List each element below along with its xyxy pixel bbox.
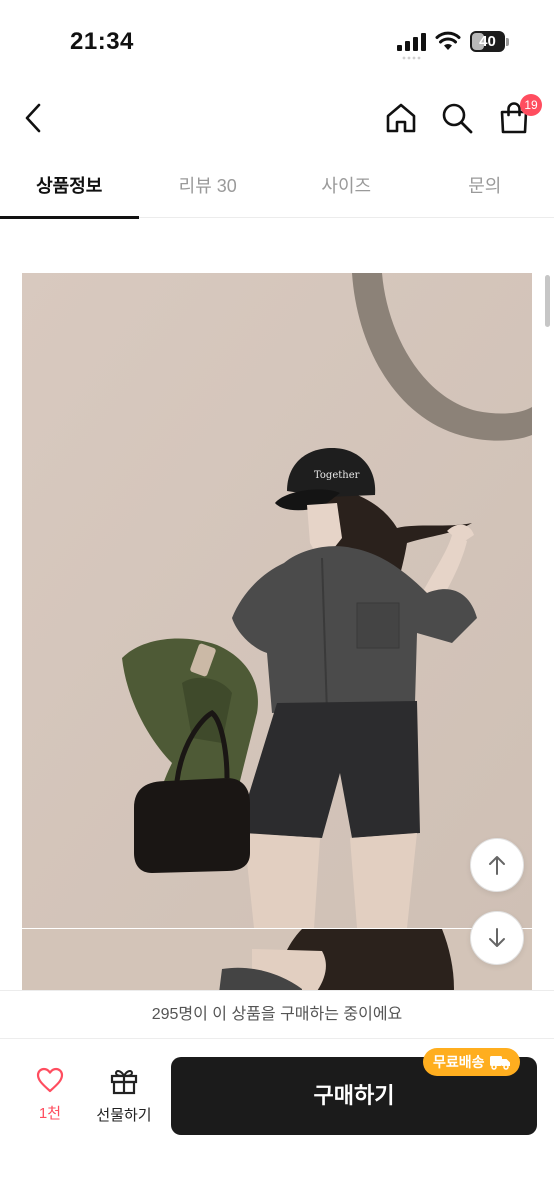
tab-inquiry[interactable]: 문의 bbox=[416, 158, 554, 218]
home-button[interactable] bbox=[381, 98, 421, 138]
battery-level: 40 bbox=[479, 33, 496, 50]
wifi-icon bbox=[435, 31, 461, 50]
status-dots bbox=[402, 56, 421, 60]
back-button[interactable] bbox=[14, 98, 54, 138]
free-shipping-label: 무료배송 bbox=[433, 1054, 485, 1070]
purchase-activity-banner: 295명이 이 상품을 구매하는 중이에요 bbox=[0, 990, 554, 1038]
scroll-up-button[interactable] bbox=[470, 838, 524, 892]
product-photo: Together bbox=[22, 273, 532, 928]
search-button[interactable] bbox=[437, 98, 477, 138]
gift-label: 선물하기 bbox=[96, 1107, 152, 1124]
scrollbar[interactable] bbox=[545, 275, 550, 327]
product-photo-next bbox=[22, 929, 532, 990]
tab-size[interactable]: 사이즈 bbox=[277, 158, 416, 218]
like-count: 1천 bbox=[38, 1105, 62, 1122]
chevron-left-icon bbox=[25, 103, 41, 133]
top-navigation bbox=[0, 84, 554, 152]
heart-icon bbox=[36, 1067, 64, 1093]
arrow-up-icon bbox=[489, 856, 505, 875]
home-icon bbox=[386, 103, 416, 133]
gift-button[interactable]: 선물하기 bbox=[90, 1067, 158, 1131]
tab-reviews[interactable]: 리뷰 30 bbox=[139, 158, 278, 218]
status-time: 21:34 bbox=[70, 28, 134, 55]
model-photo-illustration: Together bbox=[22, 273, 532, 928]
free-shipping-badge: 무료배송 bbox=[423, 1048, 520, 1076]
battery-indicator: 40 bbox=[470, 31, 510, 52]
cap-text: Together bbox=[314, 470, 360, 481]
signal-icon bbox=[397, 33, 426, 51]
status-bar: 21:34 40 bbox=[0, 0, 554, 84]
scroll-down-button[interactable] bbox=[470, 911, 524, 965]
tab-product-info[interactable]: 상품정보 bbox=[0, 158, 139, 219]
like-button[interactable]: 1천 bbox=[20, 1067, 80, 1131]
truck-icon bbox=[489, 1056, 510, 1070]
search-icon bbox=[442, 103, 473, 134]
cart-count-badge: 19 bbox=[520, 94, 542, 116]
product-tabs: 상품정보 리뷰 30 사이즈 문의 bbox=[0, 158, 554, 219]
arrow-down-icon bbox=[489, 928, 505, 947]
gift-icon bbox=[110, 1070, 138, 1095]
